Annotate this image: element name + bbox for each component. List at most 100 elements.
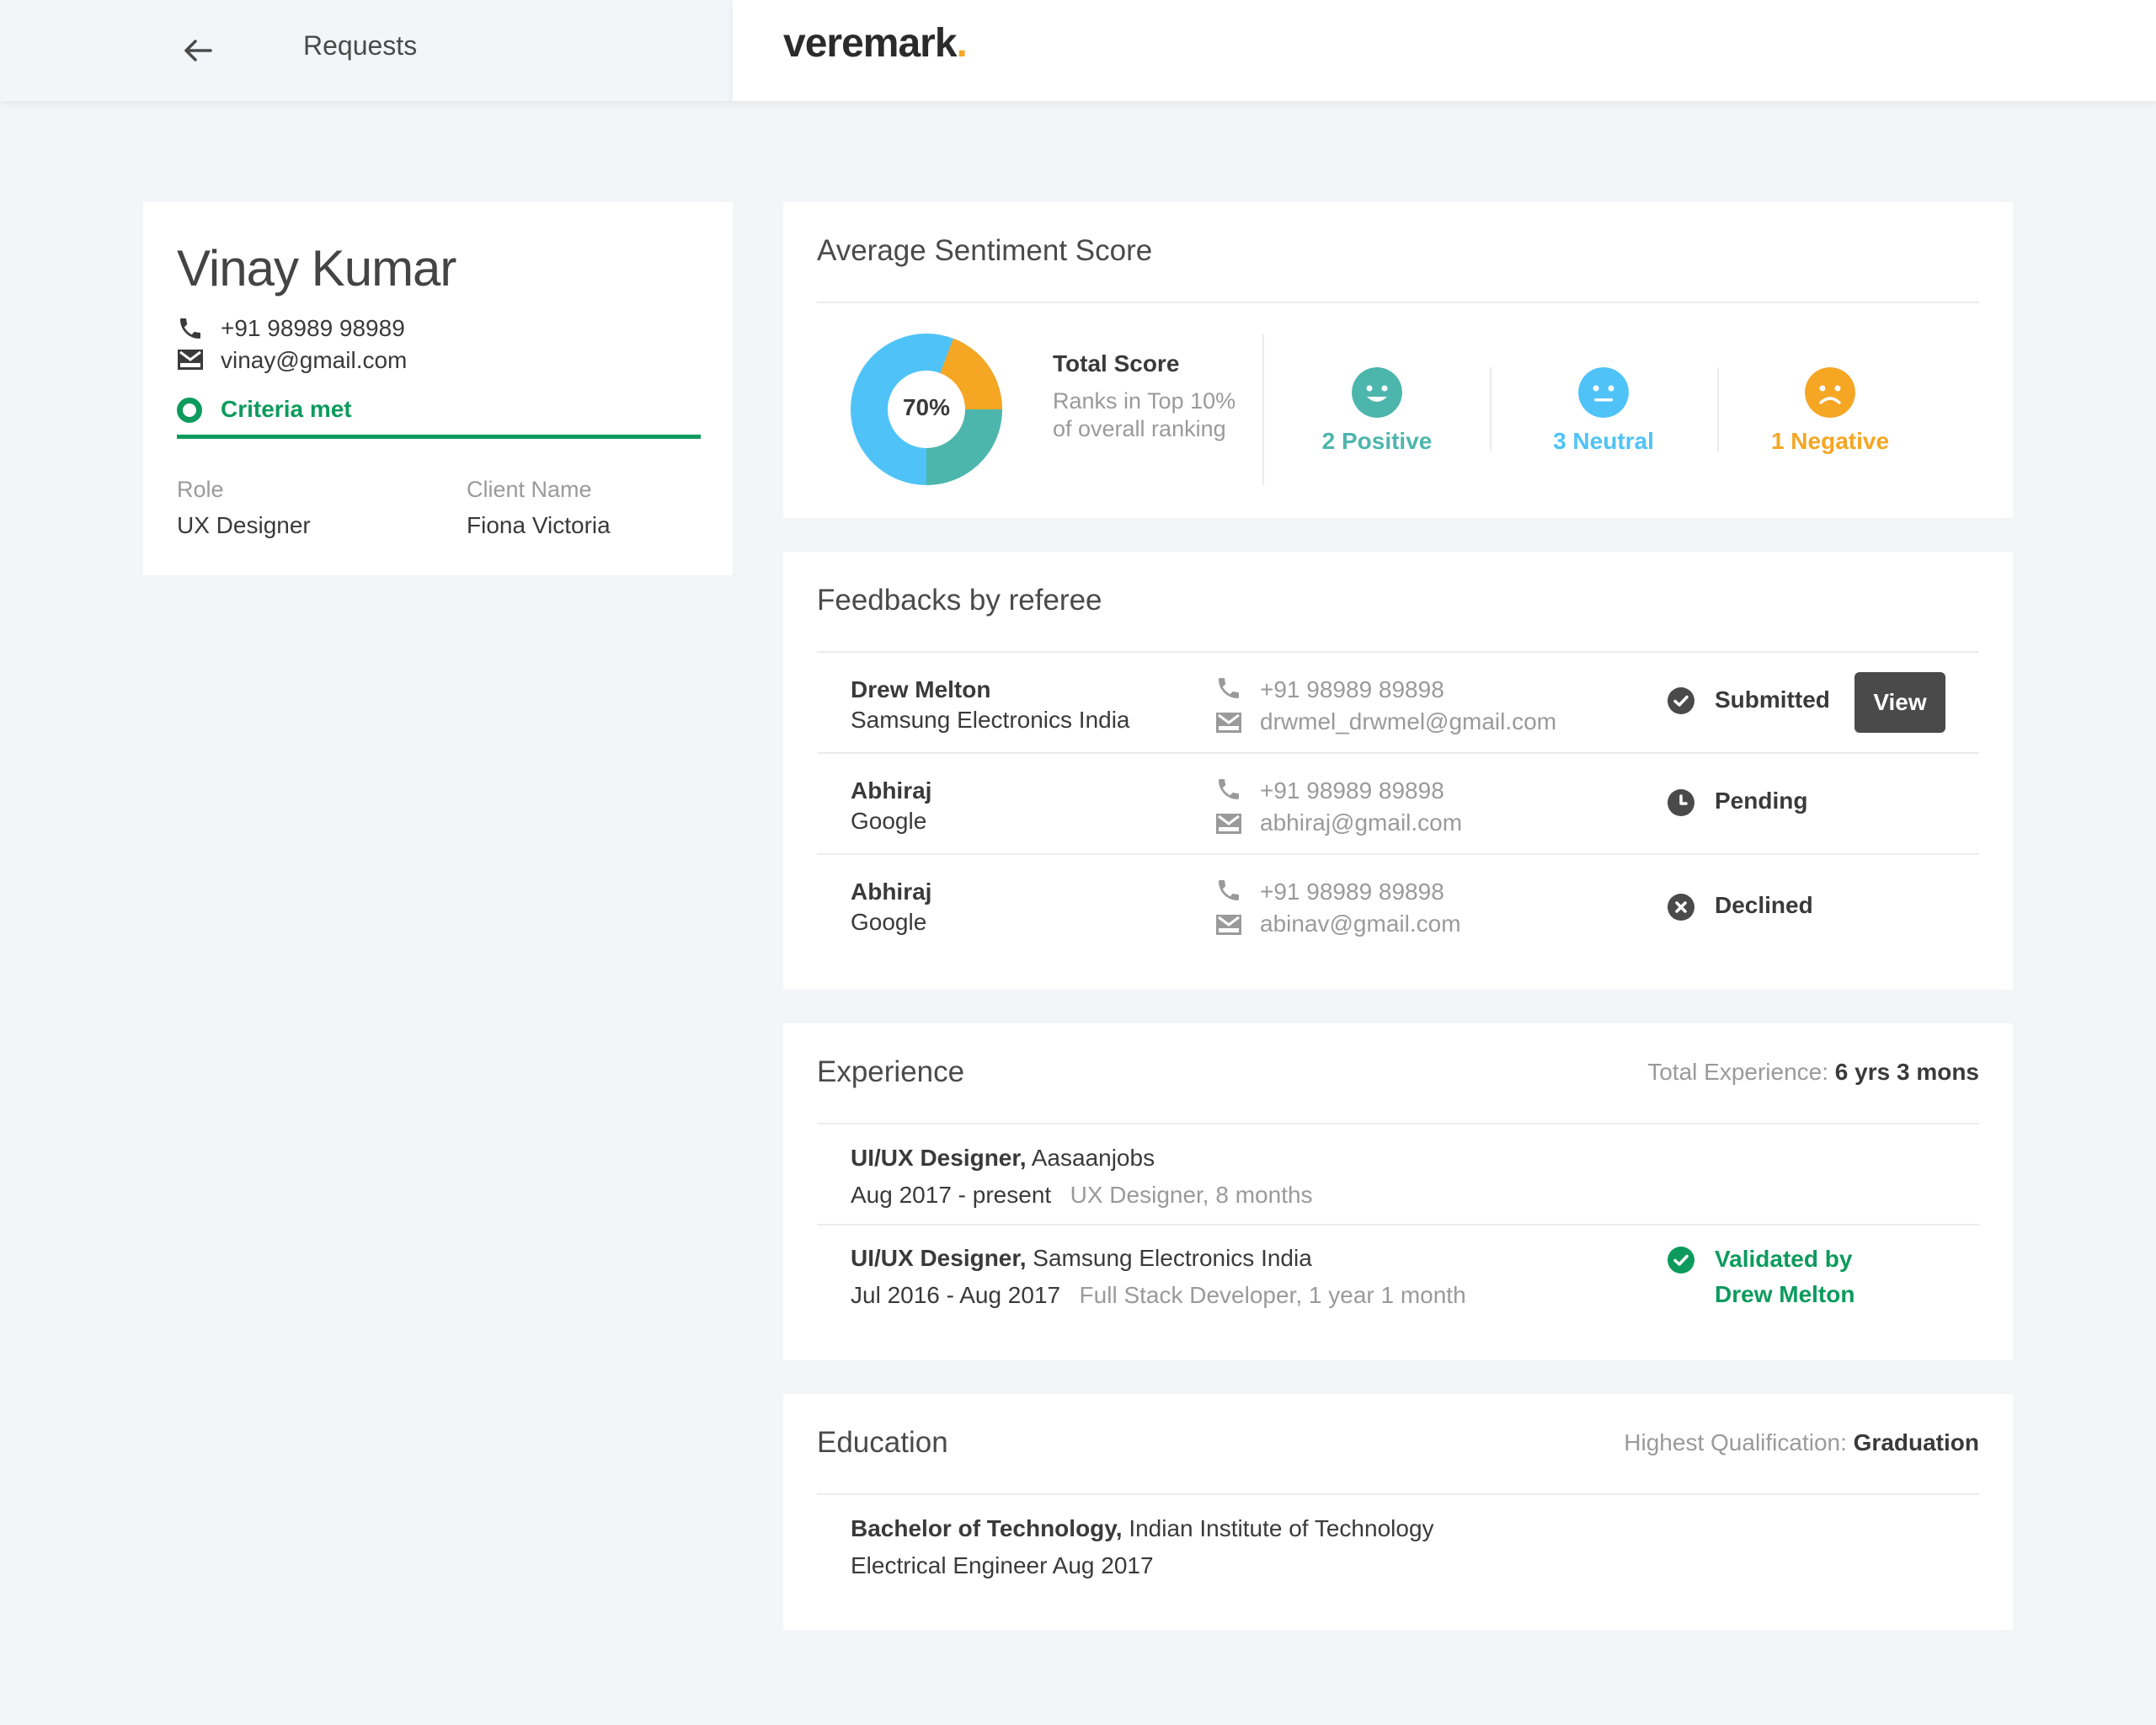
requests-link[interactable]: Requests: [303, 30, 417, 61]
education-card: Education Highest Qualification: Graduat…: [783, 1394, 2013, 1630]
education-degree: Bachelor of Technology,: [851, 1515, 1123, 1541]
referee-row[interactable]: Drew Melton Samsung Electronics India +9…: [783, 651, 2013, 752]
criteria-bar: [177, 435, 701, 439]
role-value: UX Designer: [177, 512, 311, 538]
client-label: Client Name: [467, 477, 592, 502]
experience-role: UI/UX Designer,: [851, 1245, 1027, 1271]
neutral-count: 3 Neutral: [1553, 428, 1654, 454]
experience-dates: Aug 2017 - present: [851, 1182, 1052, 1208]
education-institute: Indian Institute of Technology: [1129, 1515, 1434, 1541]
referee-company: Samsung Electronics India: [851, 707, 1130, 733]
mail-icon: [178, 350, 203, 370]
rank-description: Ranks in Top 10% of overall ranking: [1053, 388, 1236, 441]
validated-by: Validated by Drew Melton: [1715, 1242, 1854, 1312]
feedback-card: Feedbacks by referee Drew Melton Samsung…: [783, 552, 2013, 990]
referee-row[interactable]: Abhiraj Google +91 98989 89898 abinav@gm…: [783, 855, 2013, 956]
referee-email: abhiraj@gmail.com: [1260, 809, 1463, 836]
profile-card: Vinay Kumar +91 98989 98989 vinay@gmail.…: [143, 202, 733, 575]
sentiment-separator: [1717, 367, 1719, 451]
referee-row[interactable]: Abhiraj Google +91 98989 89898 abhiraj@g…: [783, 754, 2013, 853]
education-detail: Electrical Engineer Aug 2017: [851, 1552, 1154, 1578]
candidate-email: vinay@gmail.com: [221, 347, 408, 373]
back-button[interactable]: [173, 25, 223, 76]
total-experience-label: Total Experience:: [1647, 1059, 1829, 1085]
experience-dates: Jul 2016 - Aug 2017: [851, 1282, 1061, 1308]
validator-name[interactable]: Drew Melton: [1715, 1277, 1854, 1312]
highest-qualification: Highest Qualification: Graduation: [1624, 1429, 1979, 1456]
phone-icon: [1219, 678, 1239, 698]
role-label: Role: [177, 477, 224, 502]
sentiment-separator: [1490, 367, 1492, 451]
client-value: Fiona Victoria: [467, 512, 611, 538]
experience-meta: UX Designer, 8 months: [1070, 1182, 1313, 1208]
referee-name: Abhiraj: [851, 879, 932, 905]
experience-heading: UI/UX Designer, Aasaanjobs: [851, 1145, 1313, 1172]
experience-company: Aasaanjobs: [1031, 1145, 1155, 1171]
candidate-name: Vinay Kumar: [177, 240, 456, 296]
arrow-left-icon: [184, 40, 212, 61]
clock-icon: [1668, 789, 1694, 816]
experience-card: Experience Total Experience: 6 yrs 3 mon…: [783, 1023, 2013, 1360]
experience-dates-row: Jul 2016 - Aug 2017 Full Stack Developer…: [851, 1282, 1466, 1309]
check-circle-icon: [1668, 1247, 1694, 1274]
mail-icon: [1216, 713, 1241, 733]
experience-dates-row: Aug 2017 - present UX Designer, 8 months: [851, 1182, 1313, 1209]
referee-phone: +91 98989 89898: [1260, 777, 1444, 804]
experience-heading: UI/UX Designer, Samsung Electronics Indi…: [851, 1245, 1466, 1272]
positive-count: 2 Positive: [1321, 428, 1433, 454]
logo-text: veremark: [783, 21, 958, 66]
happy-face-icon: [1352, 367, 1402, 418]
logo-dot: .: [956, 21, 968, 66]
x-circle-icon: [1668, 894, 1694, 921]
highest-qualification-value: Graduation: [1853, 1429, 1979, 1455]
negative-count: 1 Negative: [1770, 428, 1890, 454]
referee-phone: +91 98989 89898: [1260, 879, 1444, 905]
feedback-title: Feedbacks by referee: [817, 584, 1102, 617]
mail-icon: [1216, 814, 1241, 834]
sentiment-separator: [1262, 334, 1264, 485]
education-title: Education: [817, 1426, 948, 1459]
candidate-phone: +91 98989 98989: [221, 315, 405, 341]
total-experience: Total Experience: 6 yrs 3 mons: [1647, 1059, 1979, 1086]
referee-name: Drew Melton: [851, 676, 991, 702]
experience-divider: [817, 1123, 1979, 1124]
experience-role: UI/UX Designer,: [851, 1145, 1027, 1171]
total-experience-value: 6 yrs 3 mons: [1834, 1059, 1979, 1085]
sad-face-icon: [1805, 367, 1855, 418]
sentiment-divider: [817, 302, 1979, 303]
phone-icon: [1219, 779, 1239, 799]
referee-company: Google: [851, 909, 927, 935]
neutral-face-icon: [1578, 367, 1629, 418]
education-item: Bachelor of Technology, Indian Institute…: [851, 1515, 1434, 1579]
sentiment-card: Average Sentiment Score 70% Total Score …: [783, 202, 2013, 518]
criteria-status: Criteria met: [221, 396, 352, 422]
view-feedback-button[interactable]: View: [1854, 672, 1945, 733]
row-divider: [817, 1224, 1979, 1226]
experience-item: UI/UX Designer, Samsung Electronics Indi…: [851, 1245, 1466, 1309]
experience-item: UI/UX Designer, Aasaanjobs Aug 2017 - pr…: [851, 1145, 1313, 1209]
referee-email: abinav@gmail.com: [1260, 911, 1461, 937]
referee-email: drwmel_drwmel@gmail.com: [1260, 708, 1557, 734]
highest-qualification-label: Highest Qualification:: [1624, 1429, 1847, 1455]
referee-phone: +91 98989 89898: [1260, 676, 1444, 702]
education-divider: [817, 1493, 1979, 1495]
status-label: Declined: [1715, 892, 1813, 918]
sentiment-title: Average Sentiment Score: [817, 234, 1153, 267]
status-label: Pending: [1715, 788, 1808, 814]
criteria-ring-icon: [177, 398, 202, 423]
sentiment-score: 70%: [902, 394, 951, 420]
referee-name: Abhiraj: [851, 777, 932, 804]
validated-label: Validated by: [1715, 1246, 1853, 1272]
experience-company: Samsung Electronics India: [1033, 1245, 1312, 1271]
mail-icon: [1216, 915, 1241, 935]
experience-meta: Full Stack Developer, 1 year 1 month: [1079, 1282, 1466, 1308]
total-score-label: Total Score: [1053, 350, 1180, 377]
veremark-logo[interactable]: veremark.: [783, 20, 968, 67]
referee-company: Google: [851, 808, 927, 834]
phone-icon: [1219, 880, 1239, 900]
phone-icon: [180, 318, 200, 339]
education-heading: Bachelor of Technology, Indian Institute…: [851, 1515, 1434, 1542]
experience-title: Experience: [817, 1055, 965, 1088]
status-label: Submitted: [1715, 686, 1830, 713]
check-circle-icon: [1668, 687, 1694, 714]
